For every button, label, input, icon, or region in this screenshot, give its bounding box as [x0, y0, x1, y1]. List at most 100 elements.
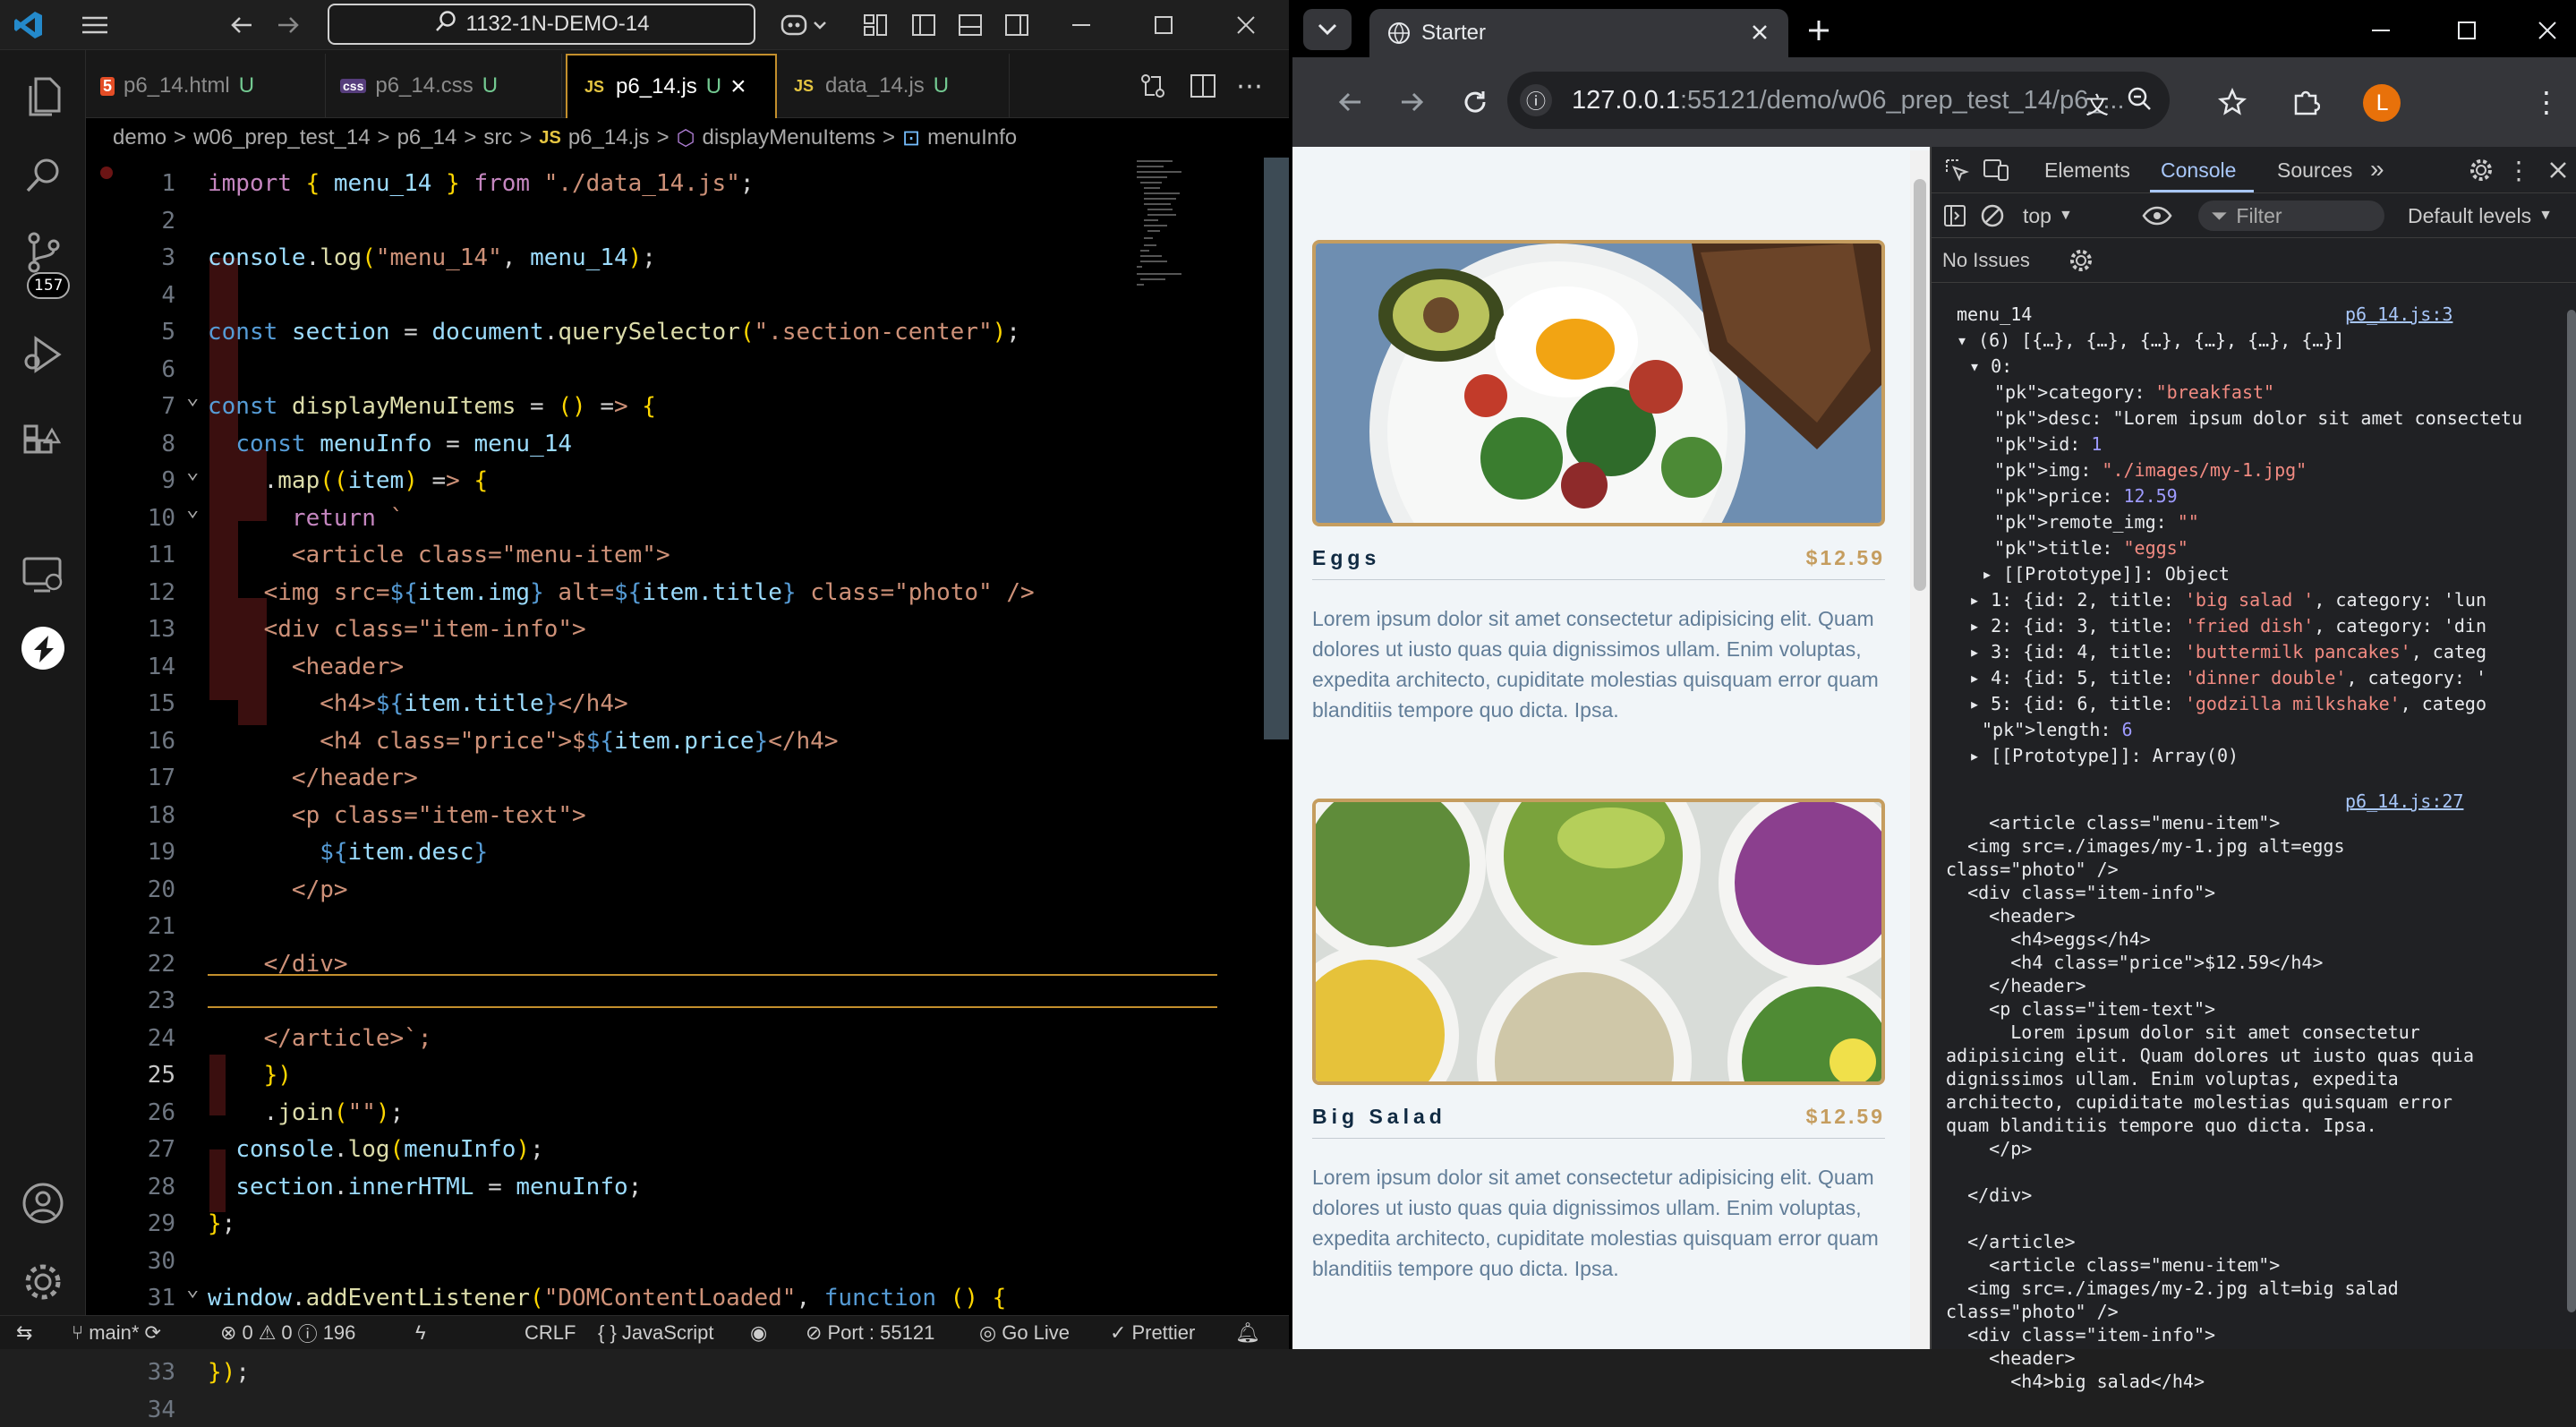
code-line[interactable]: 1 import { menu_14 } from "./data_14.js";: [86, 167, 1250, 201]
lightning-icon[interactable]: ϟ: [415, 1316, 426, 1350]
minimize-icon[interactable]: [1063, 11, 1099, 39]
tab-data-14-js[interactable]: JS data_14.js U: [777, 54, 1010, 118]
code-line[interactable]: 9 .map((item) => {: [86, 464, 1250, 498]
fold-chevron-icon[interactable]: ⌄: [186, 458, 199, 483]
notifications-bell-icon[interactable]: 🔔︎: [1235, 1316, 1260, 1350]
console-entry[interactable]: ▸ [[Prototype]]: Object: [1982, 562, 2230, 585]
tab-p6-14-css[interactable]: css p6_14.css U: [326, 54, 562, 118]
git-branch[interactable]: ⑂ main* ⟳: [72, 1316, 161, 1350]
breadcrumb-item[interactable]: displayMenuItems: [703, 125, 875, 150]
code-line[interactable]: 5 const section = document.querySelector(…: [86, 315, 1250, 349]
forward-arrow-icon[interactable]: [1395, 84, 1430, 120]
devtools-menu-icon[interactable]: ⋮: [2506, 156, 2531, 184]
settings-gear-icon[interactable]: [0, 1246, 86, 1318]
search-icon[interactable]: [0, 140, 86, 211]
context-selector[interactable]: top ▼: [2023, 204, 2073, 228]
console-entry[interactable]: ▾ 0:: [1969, 355, 2012, 378]
go-live-button[interactable]: ◎ Go Live: [979, 1316, 1070, 1350]
toggle-secondary-sidebar-icon[interactable]: [999, 11, 1035, 39]
console-filter-input[interactable]: ⏷ Filter: [2198, 201, 2384, 231]
code-line[interactable]: 28 section.innerHTML = menuInfo;: [86, 1170, 1250, 1204]
layout-customize-icon[interactable]: [857, 11, 893, 39]
menu-icon[interactable]: [77, 11, 113, 39]
console-sidebar-icon[interactable]: [1941, 201, 1969, 230]
issues-settings-gear-icon[interactable]: [2068, 247, 2094, 274]
code-line[interactable]: 33});: [86, 1355, 1250, 1389]
code-line[interactable]: 7 const displayMenuItems = () => {: [86, 389, 1250, 423]
fold-chevron-icon[interactable]: ⌄: [186, 1276, 199, 1301]
breadcrumb-item[interactable]: src: [483, 125, 512, 150]
minimize-icon[interactable]: [2363, 13, 2399, 48]
extensions-icon[interactable]: [0, 399, 86, 471]
inspect-element-icon[interactable]: [1942, 156, 1971, 184]
code-line[interactable]: 27 console.log(menuInfo);: [86, 1132, 1250, 1166]
code-line[interactable]: 31 window.addEventListener("DOMContentLoa…: [86, 1281, 1250, 1315]
breadcrumb-item[interactable]: p6_14: [397, 125, 457, 150]
console-source-link[interactable]: p6_14.js:27: [2345, 790, 2463, 813]
code-line[interactable]: 8 const menuInfo = menu_14: [86, 427, 1250, 461]
toggle-primary-sidebar-icon[interactable]: [906, 11, 942, 39]
code-line[interactable]: 6: [86, 353, 1250, 387]
page-scrollbar-thumb[interactable]: [1914, 179, 1926, 591]
browser-menu-icon[interactable]: ⋮: [2532, 84, 2561, 120]
live-share-icon[interactable]: [0, 612, 86, 684]
copilot-icon[interactable]: [777, 9, 834, 41]
code-line[interactable]: 17 </header>: [86, 761, 1250, 795]
address-bar[interactable]: ⓘ 127.0.0.1:55121/demo/w06_prep_test_14/…: [1507, 72, 2170, 129]
console-entry[interactable]: ▸ 5: {id: 6, title: 'godzilla milkshake'…: [1969, 692, 2486, 715]
copilot-status-icon[interactable]: ◉: [750, 1316, 767, 1350]
code-line[interactable]: 2: [86, 204, 1250, 238]
prettier-status[interactable]: ✓ Prettier: [1110, 1316, 1195, 1350]
extensions-puzzle-icon[interactable]: [2288, 84, 2324, 120]
tab-console[interactable]: Console: [2161, 158, 2236, 183]
port-indicator[interactable]: ⊘ Port : 55121: [806, 1316, 934, 1350]
devtools-settings-icon[interactable]: [2467, 156, 2495, 184]
breadcrumb-item[interactable]: w06_prep_test_14: [193, 125, 370, 150]
code-line[interactable]: 25 }): [86, 1058, 1250, 1092]
console-source-link[interactable]: p6_14.js:3: [2345, 303, 2452, 326]
code-line[interactable]: 4: [86, 278, 1250, 312]
code-editor[interactable]: 1 import { menu_14 } from "./data_14.js";…: [86, 158, 1289, 1423]
reload-icon[interactable]: [1457, 84, 1493, 120]
code-line[interactable]: 12 <img src=${item.img} alt=${item.title…: [86, 576, 1250, 610]
forward-arrow-icon[interactable]: [274, 11, 303, 39]
console-entry[interactable]: ▸ 1: {id: 2, title: 'big salad ', catego…: [1969, 588, 2486, 611]
tab-search-icon[interactable]: [1303, 9, 1352, 50]
eol-indicator[interactable]: CRLF: [525, 1316, 576, 1350]
site-info-icon[interactable]: ⓘ: [1520, 84, 1552, 116]
tab-p6-14-html[interactable]: 5 p6_14.html U: [86, 54, 326, 118]
maximize-icon[interactable]: [2449, 13, 2485, 48]
more-actions-icon[interactable]: ⋯: [1232, 68, 1267, 104]
code-line[interactable]: 10 return `: [86, 501, 1250, 535]
code-line[interactable]: 26 .join("");: [86, 1096, 1250, 1130]
toggle-panel-icon[interactable]: [952, 11, 988, 39]
language-mode[interactable]: { } JavaScript: [598, 1316, 714, 1350]
fold-chevron-icon[interactable]: ⌄: [186, 384, 199, 409]
console-scrollbar-thumb[interactable]: [2567, 310, 2576, 1312]
issues-label[interactable]: No Issues: [1942, 249, 2030, 272]
code-line[interactable]: 11 <article class="menu-item">: [86, 538, 1250, 572]
code-line[interactable]: 24 </article>`;: [86, 1021, 1250, 1055]
tab-elements[interactable]: Elements: [2044, 158, 2130, 183]
split-editor-icon[interactable]: [1185, 68, 1221, 104]
log-levels-dropdown[interactable]: Default levels ▼: [2408, 204, 2553, 228]
close-tab-icon[interactable]: [1745, 18, 1774, 47]
code-line[interactable]: 14 <header>: [86, 650, 1250, 684]
profile-avatar[interactable]: L: [2363, 84, 2401, 122]
bookmark-star-icon[interactable]: [2214, 84, 2250, 120]
code-line[interactable]: 15 <h4>${item.title}</h4>: [86, 687, 1250, 721]
breadcrumb-item[interactable]: menuInfo: [927, 125, 1017, 150]
new-tab-icon[interactable]: [1801, 13, 1837, 48]
console-scrollbar[interactable]: [2562, 299, 2576, 1346]
tab-p6-14-js[interactable]: JS p6_14.js U ×: [566, 54, 777, 118]
code-line[interactable]: 30: [86, 1244, 1250, 1278]
code-line[interactable]: 16 <h4 class="price">$${item.price}</h4>: [86, 724, 1250, 758]
close-window-icon[interactable]: [1228, 11, 1264, 39]
back-arrow-icon[interactable]: [1332, 84, 1368, 120]
code-line[interactable]: 3 console.log("menu_14", menu_14);: [86, 241, 1250, 275]
close-tab-icon[interactable]: ×: [730, 72, 746, 102]
breadcrumb-item[interactable]: demo: [113, 125, 166, 150]
tab-sources[interactable]: Sources: [2277, 158, 2352, 183]
explorer-icon[interactable]: [0, 61, 86, 132]
more-tabs-icon[interactable]: »: [2370, 155, 2384, 184]
